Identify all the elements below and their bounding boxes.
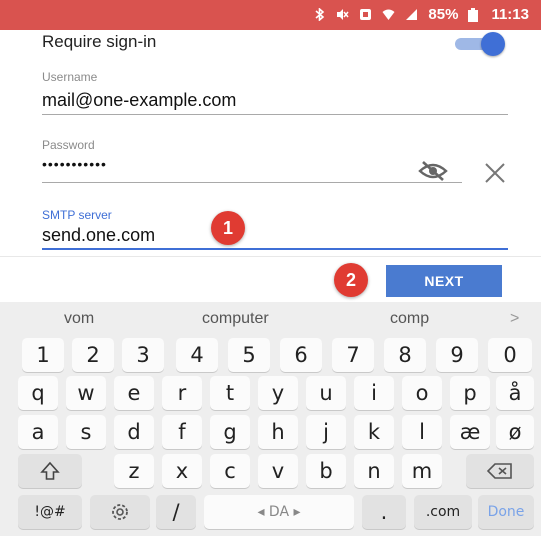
key-4[interactable]: 4 — [176, 338, 218, 372]
battery-percent: 85% — [428, 6, 459, 23]
gear-icon — [112, 504, 128, 520]
smtp-server-field[interactable]: send.one.com — [42, 225, 155, 246]
key-3[interactable]: 3 — [122, 338, 164, 372]
signal-icon — [405, 8, 418, 21]
shift-key[interactable] — [18, 454, 82, 488]
key-w[interactable]: w — [66, 376, 106, 410]
password-label: Password — [42, 138, 95, 152]
key-p[interactable]: p — [450, 376, 490, 410]
smtp-server-underline — [42, 248, 508, 250]
toggle-thumb — [481, 32, 505, 56]
key-n[interactable]: n — [354, 454, 394, 488]
visibility-off-icon[interactable] — [418, 160, 448, 182]
more-suggestions-icon[interactable]: > — [510, 310, 519, 328]
key-l[interactable]: l — [402, 415, 442, 449]
dot-com-key[interactable]: .com — [414, 495, 472, 529]
step-badge-1: 1 — [211, 211, 245, 245]
symbols-key[interactable]: !@# — [18, 495, 82, 529]
done-key[interactable]: Done — [478, 495, 534, 529]
period-key[interactable]: . — [362, 495, 406, 529]
bluetooth-icon — [313, 7, 326, 22]
username-underline — [42, 114, 508, 115]
backspace-icon — [487, 463, 512, 479]
key-e[interactable]: e — [114, 376, 154, 410]
key-5[interactable]: 5 — [228, 338, 270, 372]
smtp-server-label: SMTP server — [42, 208, 112, 222]
key-f[interactable]: f — [162, 415, 202, 449]
require-signin-toggle[interactable] — [455, 32, 505, 56]
space-key[interactable]: ◂ DA ▸ — [204, 495, 354, 529]
account-settings-form: Require sign-in Username mail@one-exampl… — [0, 30, 541, 256]
action-bar: 2 NEXT — [0, 256, 541, 303]
battery-icon — [468, 8, 481, 22]
key-m[interactable]: m — [402, 454, 442, 488]
key-u[interactable]: u — [306, 376, 346, 410]
username-label: Username — [42, 70, 98, 84]
mute-icon — [336, 8, 350, 21]
password-field[interactable]: ••••••••••• — [42, 156, 107, 172]
key-h[interactable]: h — [258, 415, 298, 449]
key-o[interactable]: o — [402, 376, 442, 410]
key-x[interactable]: x — [162, 454, 202, 488]
key-1[interactable]: 1 — [22, 338, 64, 372]
key-r[interactable]: r — [162, 376, 202, 410]
password-underline — [42, 182, 462, 183]
key-i[interactable]: i — [354, 376, 394, 410]
key-o-slash[interactable]: ø — [496, 415, 534, 449]
soft-keyboard: vom computer comp > 1 2 3 4 5 6 7 8 9 0 … — [0, 302, 541, 536]
key-d[interactable]: d — [114, 415, 154, 449]
key-0[interactable]: 0 — [488, 338, 532, 372]
step-badge-2: 2 — [334, 263, 368, 297]
key-k[interactable]: k — [354, 415, 394, 449]
wifi-icon — [382, 8, 395, 21]
key-b[interactable]: b — [306, 454, 346, 488]
require-signin-label: Require sign-in — [42, 32, 157, 51]
suggestion-item[interactable]: comp — [390, 310, 429, 328]
key-t[interactable]: t — [210, 376, 250, 410]
key-9[interactable]: 9 — [436, 338, 478, 372]
key-ae[interactable]: æ — [450, 415, 490, 449]
key-6[interactable]: 6 — [280, 338, 322, 372]
suggestion-item[interactable]: computer — [202, 310, 269, 328]
settings-key[interactable] — [90, 495, 150, 529]
suggestion-strip: vom computer comp > — [0, 302, 541, 336]
next-button[interactable]: NEXT — [386, 265, 502, 297]
backspace-key[interactable] — [466, 454, 534, 488]
username-field[interactable]: mail@one-example.com — [42, 90, 236, 111]
slash-key[interactable]: / — [156, 495, 196, 529]
key-a-ring[interactable]: å — [496, 376, 534, 410]
key-2[interactable]: 2 — [72, 338, 114, 372]
key-s[interactable]: s — [66, 415, 106, 449]
key-y[interactable]: y — [258, 376, 298, 410]
suggestion-item[interactable]: vom — [64, 310, 94, 328]
key-v[interactable]: v — [258, 454, 298, 488]
key-g[interactable]: g — [210, 415, 250, 449]
key-7[interactable]: 7 — [332, 338, 374, 372]
key-j[interactable]: j — [306, 415, 346, 449]
clock: 11:13 — [491, 6, 529, 23]
status-bar: 85% 11:13 — [0, 0, 541, 30]
key-c[interactable]: c — [210, 454, 250, 488]
key-a[interactable]: a — [18, 415, 58, 449]
key-8[interactable]: 8 — [384, 338, 426, 372]
shift-icon — [40, 461, 60, 480]
key-z[interactable]: z — [114, 454, 154, 488]
clear-password-icon[interactable] — [482, 160, 508, 186]
nfc-icon — [359, 8, 372, 21]
key-q[interactable]: q — [18, 376, 58, 410]
